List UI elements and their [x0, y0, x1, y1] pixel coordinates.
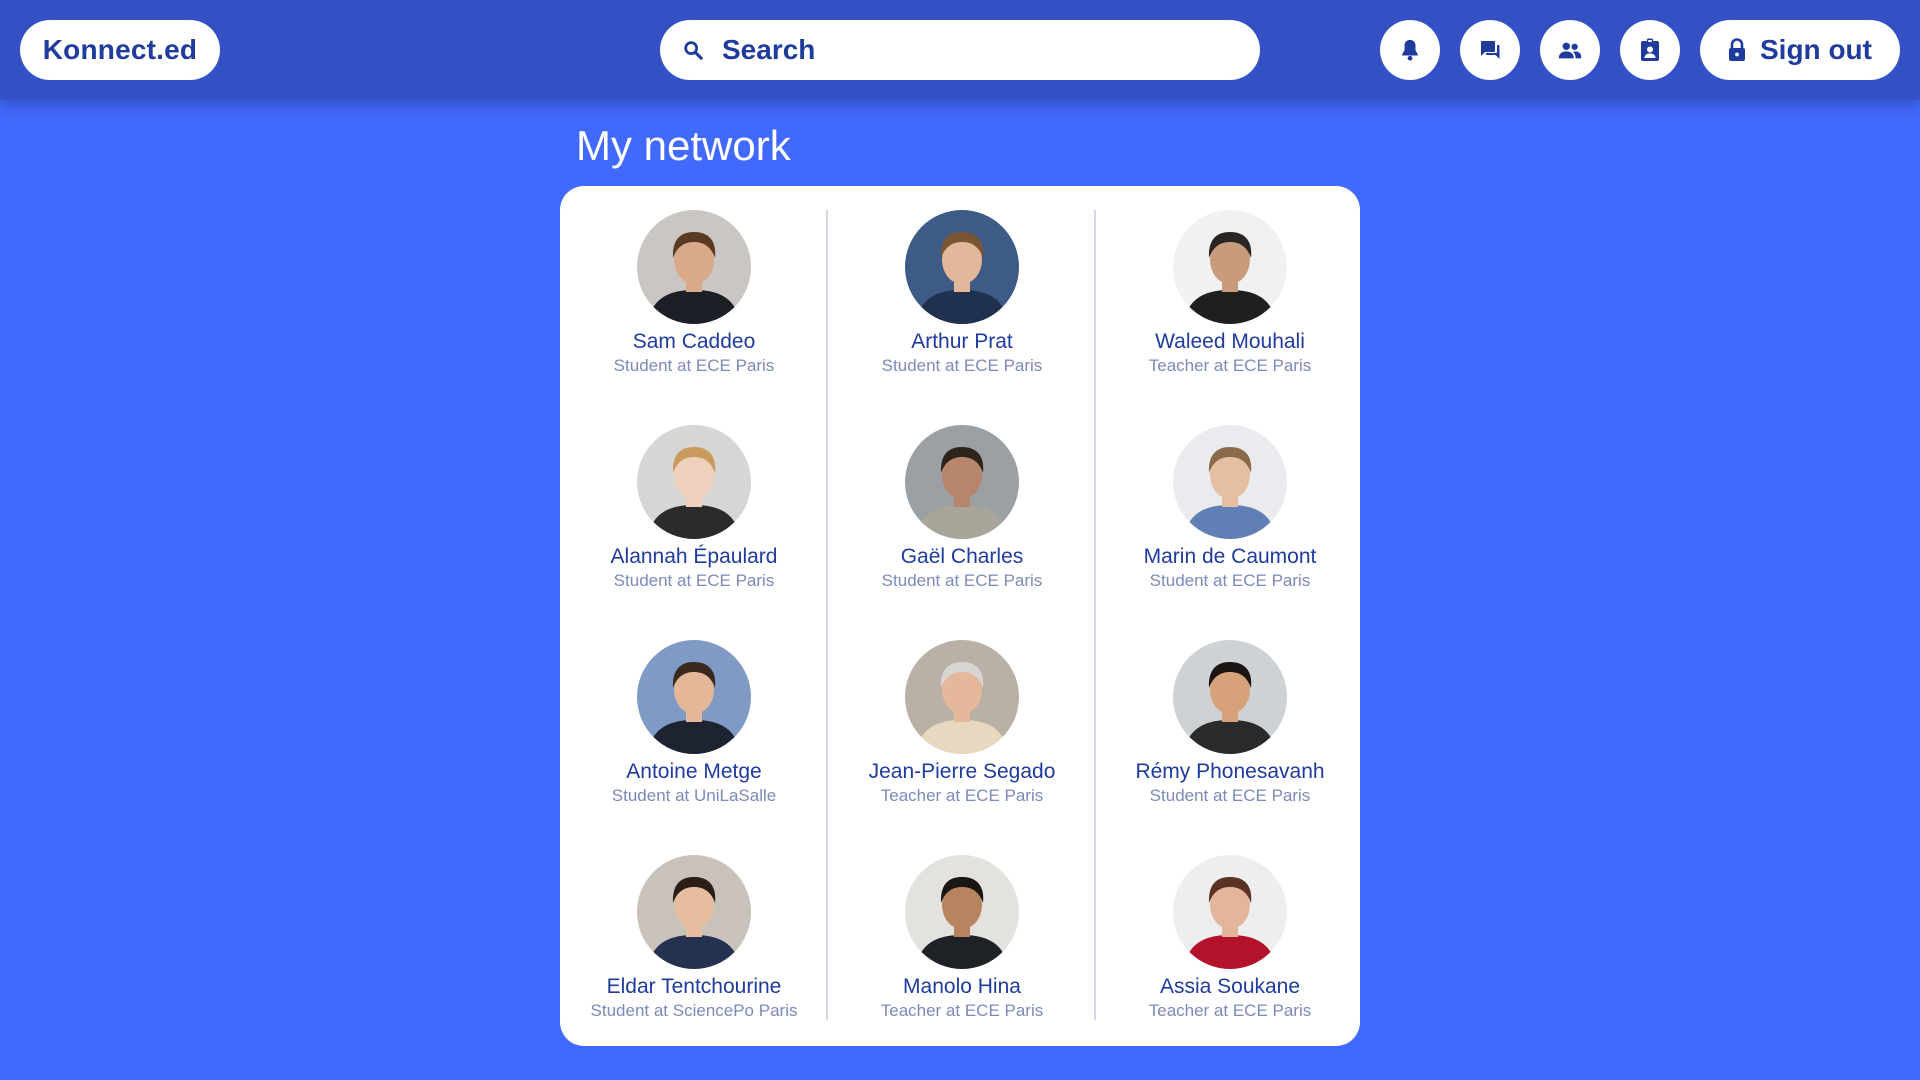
top-bar: Konnect.ed Search Sign out — [0, 0, 1920, 100]
person-role: Student at ECE Paris — [613, 571, 775, 590]
person-name[interactable]: Eldar Tentchourine — [560, 975, 828, 999]
avatar[interactable] — [637, 855, 751, 969]
person-name[interactable]: Rémy Phonesavanh — [1096, 760, 1364, 784]
person-role: Teacher at ECE Paris — [1148, 1001, 1312, 1020]
avatar[interactable] — [1173, 210, 1287, 324]
avatar[interactable] — [905, 855, 1019, 969]
bell-icon — [1399, 38, 1421, 62]
person-role: Student at ECE Paris — [613, 356, 775, 375]
person-role: Teacher at ECE Paris — [880, 1001, 1044, 1020]
person-card[interactable]: Rémy Phonesavanh Student at ECE Paris — [1096, 640, 1364, 806]
person-name[interactable]: Alannah Épaulard — [560, 545, 828, 569]
person-card[interactable]: Gaël Charles Student at ECE Paris — [828, 425, 1096, 591]
person-card[interactable]: Jean-Pierre Segado Teacher at ECE Paris — [828, 640, 1096, 806]
search-input[interactable] — [720, 33, 1240, 67]
person-card[interactable]: Sam Caddeo Student at ECE Paris — [560, 210, 828, 376]
network-card: Sam Caddeo Student at ECE Paris Arthur Pra… — [560, 186, 1360, 1046]
avatar[interactable] — [637, 640, 751, 754]
person-card[interactable]: Arthur Prat Student at ECE Paris — [828, 210, 1096, 376]
person-role: Teacher at ECE Paris — [1148, 356, 1312, 375]
avatar[interactable] — [1173, 425, 1287, 539]
avatar[interactable] — [637, 425, 751, 539]
person-role: Student at ECE Paris — [881, 356, 1043, 375]
person-card[interactable]: Eldar Tentchourine Student at SciencePo P… — [560, 855, 828, 1021]
person-card[interactable]: Manolo Hina Teacher at ECE Paris — [828, 855, 1096, 1021]
person-name[interactable]: Marin de Caumont — [1096, 545, 1364, 569]
sign-out-button[interactable]: Sign out — [1700, 20, 1900, 80]
profile-button[interactable] — [1620, 20, 1680, 80]
page-title: My network — [576, 122, 791, 169]
person-name[interactable]: Sam Caddeo — [560, 330, 828, 354]
person-card[interactable]: Antoine Metge Student at UniLaSalle — [560, 640, 828, 806]
avatar[interactable] — [1173, 640, 1287, 754]
avatar[interactable] — [905, 640, 1019, 754]
notifications-button[interactable] — [1380, 20, 1440, 80]
person-role: Student at SciencePo Paris — [590, 1001, 798, 1020]
avatar[interactable] — [1173, 855, 1287, 969]
person-name[interactable]: Jean-Pierre Segado — [828, 760, 1096, 784]
person-card[interactable]: Assia Soukane Teacher at ECE Paris — [1096, 855, 1364, 1021]
person-name[interactable]: Manolo Hina — [828, 975, 1096, 999]
people-icon — [1557, 39, 1583, 61]
person-role: Student at UniLaSalle — [611, 786, 777, 805]
person-role: Student at ECE Paris — [1149, 571, 1311, 590]
person-role: Student at ECE Paris — [1149, 786, 1311, 805]
avatar[interactable] — [905, 210, 1019, 324]
search-icon — [682, 39, 704, 61]
person-card[interactable]: Alannah Épaulard Student at ECE Paris — [560, 425, 828, 591]
network-button[interactable] — [1540, 20, 1600, 80]
chat-icon — [1478, 38, 1502, 62]
avatar[interactable] — [905, 425, 1019, 539]
person-name[interactable]: Assia Soukane — [1096, 975, 1364, 999]
person-role: Teacher at ECE Paris — [880, 786, 1044, 805]
lock-icon — [1728, 38, 1746, 62]
person-card[interactable]: Waleed Mouhali Teacher at ECE Paris — [1096, 210, 1364, 376]
profile-badge-icon — [1640, 38, 1660, 62]
messages-button[interactable] — [1460, 20, 1520, 80]
people-grid: Sam Caddeo Student at ECE Paris Arthur Pra… — [560, 186, 1360, 1046]
person-role: Student at ECE Paris — [881, 571, 1043, 590]
person-name[interactable]: Gaël Charles — [828, 545, 1096, 569]
logo[interactable]: Konnect.ed — [20, 20, 220, 80]
person-name[interactable]: Waleed Mouhali — [1096, 330, 1364, 354]
sign-out-label: Sign out — [1760, 34, 1872, 65]
avatar[interactable] — [637, 210, 751, 324]
search-bar[interactable] — [660, 20, 1260, 80]
person-card[interactable]: Marin de Caumont Student at ECE Paris — [1096, 425, 1364, 591]
person-name[interactable]: Antoine Metge — [560, 760, 828, 784]
person-name[interactable]: Arthur Prat — [828, 330, 1096, 354]
